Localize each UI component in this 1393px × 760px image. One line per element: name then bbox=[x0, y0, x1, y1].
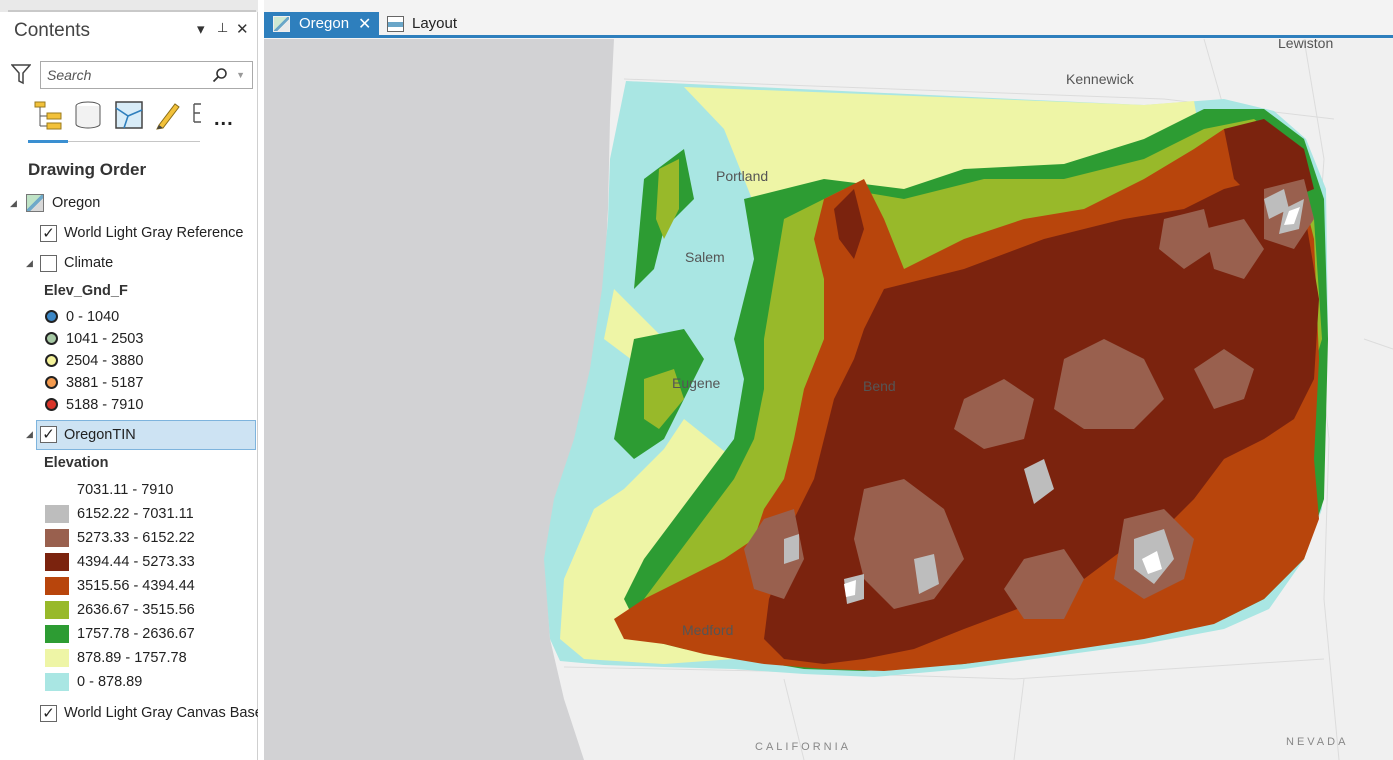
tin-class-label: 5273.33 - 6152.22 bbox=[77, 530, 195, 546]
map-item-oregon[interactable]: Oregon bbox=[52, 195, 100, 211]
filter-icon[interactable] bbox=[10, 63, 32, 90]
basemap-layer-checkbox[interactable]: ✓ bbox=[40, 705, 57, 722]
tin-class-label: 3515.56 - 4394.44 bbox=[77, 578, 195, 594]
layer-world-light-gray-reference[interactable]: World Light Gray Reference bbox=[64, 225, 243, 241]
climate-class-label: 3881 - 5187 bbox=[66, 375, 144, 391]
tab-oregon[interactable]: Oregon ✕ bbox=[264, 12, 379, 36]
pane-title: Contents bbox=[14, 20, 91, 41]
region-label-california: CALIFORNIA bbox=[755, 741, 851, 753]
reference-layer-checkbox[interactable]: ✓ bbox=[40, 225, 57, 242]
search-icon[interactable] bbox=[212, 67, 228, 88]
tin-class-label: 2636.67 - 3515.56 bbox=[77, 602, 195, 618]
tool-divider bbox=[68, 141, 200, 142]
climate-class-label: 5188 - 7910 bbox=[66, 397, 144, 413]
city-label-portland: Portland bbox=[716, 168, 768, 184]
tin-class-label: 6152.22 - 7031.11 bbox=[77, 506, 194, 522]
oregon-tin-surface[interactable] bbox=[544, 81, 1328, 677]
tin-class-swatch[interactable] bbox=[45, 553, 69, 571]
view-tab-bar: Oregon ✕ Layout bbox=[264, 0, 1393, 39]
expand-climate-icon[interactable]: ◢ bbox=[26, 258, 33, 269]
expand-oregon-icon[interactable]: ◢ bbox=[10, 198, 17, 209]
tin-field-label: Elevation bbox=[44, 455, 109, 471]
tin-class-swatch[interactable] bbox=[45, 625, 69, 643]
layer-climate[interactable]: Climate bbox=[64, 255, 113, 271]
tin-class-label: 1757.78 - 2636.67 bbox=[77, 626, 195, 642]
climate-class-symbol[interactable] bbox=[45, 398, 58, 411]
map-view[interactable]: Portland Salem Eugene Bend Medford Kenne… bbox=[264, 39, 1393, 760]
list-by-selection-icon[interactable] bbox=[114, 100, 144, 135]
tin-class-swatch[interactable] bbox=[45, 529, 69, 547]
layer-oregontin[interactable]: OregonTIN bbox=[64, 427, 136, 443]
drawing-order-heading: Drawing Order bbox=[28, 160, 147, 179]
contents-pane: Contents ▾ ⊥ ✕ ▼ bbox=[0, 0, 258, 760]
climate-class-symbol[interactable] bbox=[45, 310, 58, 323]
pane-grip[interactable] bbox=[0, 0, 258, 12]
city-label-eugene: Eugene bbox=[672, 375, 720, 391]
city-label-bend: Bend bbox=[863, 378, 896, 394]
search-input[interactable] bbox=[47, 66, 207, 84]
city-label-lewiston: Lewiston bbox=[1278, 39, 1333, 51]
more-tools-button[interactable]: ... bbox=[214, 108, 234, 131]
close-tab-icon[interactable]: ✕ bbox=[358, 14, 371, 34]
climate-class-label: 2504 - 3880 bbox=[66, 353, 144, 369]
tab-layout-label: Layout bbox=[412, 15, 458, 32]
climate-layer-checkbox[interactable] bbox=[40, 255, 57, 272]
expand-oregontin-icon[interactable]: ◢ bbox=[26, 429, 33, 440]
list-by-editing-icon[interactable] bbox=[154, 100, 182, 135]
pin-icon[interactable]: ⊥ bbox=[217, 20, 228, 36]
tin-class-label: 7031.11 - 7910 bbox=[77, 482, 174, 498]
tin-class-swatch[interactable] bbox=[45, 601, 69, 619]
search-box[interactable]: ▼ bbox=[40, 61, 253, 89]
climate-field-label: Elev_Gnd_F bbox=[44, 283, 128, 299]
climate-class-symbol[interactable] bbox=[45, 332, 58, 345]
search-options-chevron-icon[interactable]: ▼ bbox=[236, 70, 245, 80]
climate-class-label: 1041 - 2503 bbox=[66, 331, 144, 347]
climate-class-symbol[interactable] bbox=[45, 354, 58, 367]
map-view-icon bbox=[273, 16, 290, 32]
oregontin-layer-checkbox[interactable]: ✓ bbox=[40, 426, 57, 443]
tin-class-swatch[interactable] bbox=[45, 481, 69, 499]
map-canvas[interactable]: Portland Salem Eugene Bend Medford Kenne… bbox=[264, 39, 1393, 760]
layer-world-light-gray-canvas-base[interactable]: World Light Gray Canvas Base bbox=[64, 705, 258, 721]
city-label-kennewick: Kennewick bbox=[1066, 71, 1135, 87]
tin-class-label: 4394.44 - 5273.33 bbox=[77, 554, 195, 570]
layout-view-icon bbox=[387, 16, 404, 32]
pane-menu-icon[interactable]: ▾ bbox=[197, 20, 205, 38]
tab-layout[interactable]: Layout bbox=[384, 12, 474, 36]
tin-class-swatch[interactable] bbox=[45, 577, 69, 595]
city-label-medford: Medford bbox=[682, 622, 733, 638]
tin-class-swatch[interactable] bbox=[45, 505, 69, 523]
tab-oregon-label: Oregon bbox=[299, 15, 350, 32]
list-by-data-source-icon[interactable] bbox=[73, 100, 103, 135]
tin-class-label: 878.89 - 1757.78 bbox=[77, 650, 187, 666]
tin-class-swatch[interactable] bbox=[45, 673, 69, 691]
list-by-drawing-order-icon[interactable] bbox=[33, 100, 65, 137]
tin-class-label: 0 - 878.89 bbox=[77, 674, 143, 690]
climate-class-symbol[interactable] bbox=[45, 376, 58, 389]
tab-underline bbox=[264, 35, 1393, 38]
close-pane-icon[interactable]: ✕ bbox=[236, 20, 249, 38]
city-label-salem: Salem bbox=[685, 249, 725, 265]
list-by-snapping-icon[interactable] bbox=[192, 100, 202, 135]
tin-class-swatch[interactable] bbox=[45, 649, 69, 667]
active-tool-indicator bbox=[28, 140, 68, 143]
region-label-nevada: NEVADA bbox=[1286, 736, 1348, 748]
climate-class-label: 0 - 1040 bbox=[66, 309, 120, 325]
map-icon bbox=[26, 194, 44, 212]
